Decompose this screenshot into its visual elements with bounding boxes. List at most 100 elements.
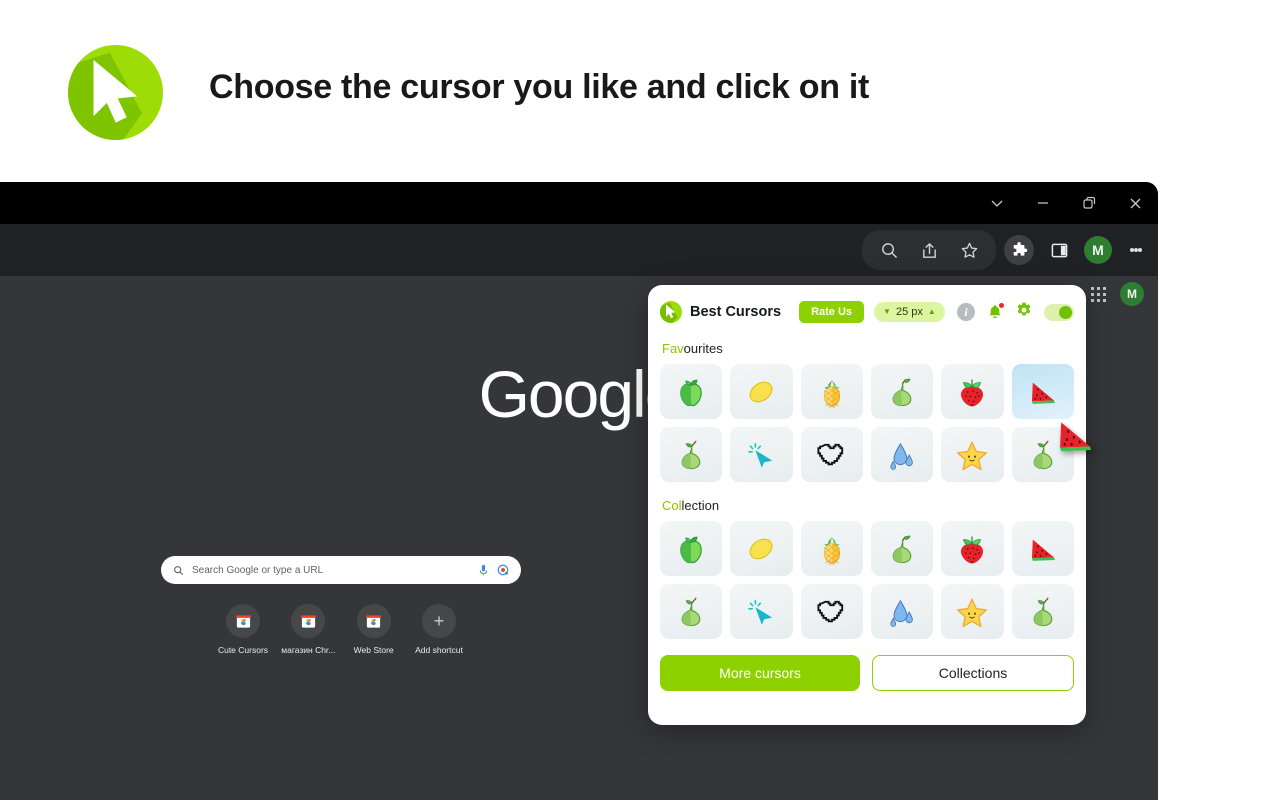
watermelon-icon [1031,539,1055,561]
cursor-tile-star[interactable] [941,427,1004,482]
notification-bell-icon[interactable] [986,302,1005,321]
cursor-tile-teal-arrow[interactable] [730,584,793,639]
search-icon[interactable] [874,235,904,265]
increase-size-icon[interactable]: ▲ [928,308,936,316]
shortcut-add[interactable]: + Add shortcut [407,604,471,655]
chrome-webstore-icon [291,604,326,638]
cursor-tile-pixel-heart[interactable] [800,427,863,482]
apps-grid-icon[interactable] [1091,286,1106,302]
pixel-heart-icon [817,443,843,465]
restore-window-icon[interactable] [1066,182,1112,224]
settings-gear-icon[interactable] [1015,301,1033,324]
chrome-webstore-icon [226,604,260,638]
star-face-icon [957,441,988,470]
collection-grid [660,521,1074,639]
pixel-heart-icon [817,600,843,622]
cursor-tile-strawberry[interactable] [941,364,1004,419]
shortcut-web-store[interactable]: Web Store [342,604,406,655]
screenshot-root: Choose the cursor you like and click on … [0,0,1280,800]
search-placeholder: Search Google or type a URL [192,564,324,576]
cursor-tile-pear-stem[interactable] [660,584,723,639]
apple-icon [680,536,702,563]
info-icon[interactable]: i [957,303,975,321]
cursor-tile-pear-2[interactable] [1011,584,1074,639]
pear-icon [681,440,701,469]
profile-avatar[interactable]: M [1084,236,1112,264]
cursor-tile-teal-arrow[interactable] [730,427,793,482]
favourites-grid [660,364,1074,482]
window-titlebar [0,182,1158,224]
shortcut-cute-cursors[interactable]: Cute Cursors [211,604,275,655]
minimize-icon[interactable] [1020,182,1066,224]
brand-logo-large [68,45,163,140]
pineapple-icon [823,379,841,408]
cursor-tile-watermelon[interactable] [1011,364,1074,419]
enable-toggle[interactable] [1044,303,1074,321]
cursor-tile-lemon[interactable] [730,364,793,419]
ntp-profile-avatar[interactable]: M [1120,282,1144,306]
shortcut-label: Add shortcut [415,645,463,655]
page-title: Choose the cursor you like and click on … [209,68,869,106]
pear-icon [1033,440,1053,469]
popup-header-icons: i [957,301,1074,324]
more-cursors-button[interactable]: More cursors [660,655,860,691]
cursor-tile-water-drops[interactable] [870,427,934,482]
decrease-size-icon[interactable]: ▼ [883,308,891,316]
brand-name: Best Cursors [690,304,782,320]
section-title-collection: Collection [662,498,1074,513]
plus-icon: + [421,604,456,638]
cursor-tile-pear-stem[interactable] [660,427,723,482]
pear-icon [892,535,912,563]
cursor-size-stepper[interactable]: ▼ 25 px ▲ [874,302,945,322]
chevron-down-icon[interactable] [974,182,1020,224]
bookmark-star-icon[interactable] [954,235,984,265]
shortcuts-row: Cute Cursors магазин Chr... Web Store + [161,604,521,655]
cursor-tile-water-drops[interactable] [870,584,934,639]
side-panel-icon[interactable] [1044,235,1074,265]
pineapple-icon [823,536,841,565]
kebab-menu-icon[interactable] [1122,236,1150,264]
cursor-tile-pear[interactable] [870,521,934,576]
shortcut-label: магазин Chr... [281,645,336,655]
favourites-rest: ourites [683,341,723,356]
microphone-icon[interactable] [478,564,489,577]
cursor-tile-lemon[interactable] [730,521,793,576]
popup-header: Best Cursors Rate Us ▼ 25 px ▲ i [660,299,1074,325]
promo-banner: Choose the cursor you like and click on … [0,0,1280,182]
cursor-tile-pear-2[interactable] [1011,427,1074,482]
search-icon [174,565,183,575]
cursor-tile-apple[interactable] [660,364,723,419]
brand-logo-icon [660,301,682,323]
google-lens-icon[interactable] [497,564,509,576]
cursor-tile-apple[interactable] [660,521,723,576]
cursor-tile-watermelon[interactable] [1011,521,1074,576]
toolbar-actions-group [862,230,996,270]
collection-highlight: Col [662,498,682,513]
section-title-favourites: Favourites [662,341,1074,356]
search-input[interactable]: Search Google or type a URL [161,556,521,584]
cursor-arrow-logo-icon [93,59,138,123]
extensions-puzzle-icon[interactable] [1004,235,1034,265]
lemon-icon [749,381,773,402]
rate-us-button[interactable]: Rate Us [799,301,865,323]
collection-rest: lection [681,498,720,513]
cursor-arrow-icon [748,599,773,625]
cursor-tile-strawberry[interactable] [941,521,1004,576]
shortcut-chrome-store-ru[interactable]: магазин Chr... [276,604,340,655]
cursor-size-value: 25 px [895,306,923,318]
cursor-tile-pineapple[interactable] [800,521,863,576]
cursor-tile-star[interactable] [941,584,1004,639]
cursor-tile-pineapple[interactable] [800,364,863,419]
cursor-arrow-icon [748,442,773,468]
collections-button[interactable]: Collections [872,655,1074,691]
extension-popup: Best Cursors Rate Us ▼ 25 px ▲ i Favouri… [648,285,1086,725]
water-drop-icon [890,599,913,627]
ntp-top-right-group: M [1091,282,1144,306]
strawberry-icon [961,535,984,563]
lemon-icon [749,538,773,559]
pear-icon [892,378,912,406]
cursor-tile-pixel-heart[interactable] [800,584,863,639]
close-icon[interactable] [1112,182,1158,224]
cursor-tile-pear[interactable] [870,364,934,419]
share-icon[interactable] [914,235,944,265]
